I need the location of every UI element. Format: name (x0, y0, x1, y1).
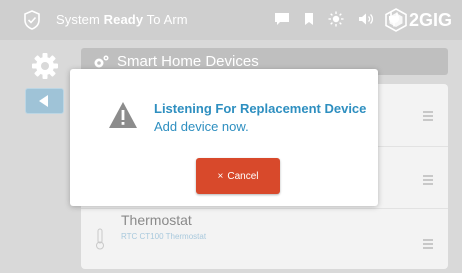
brand-name: 2GIG (408, 10, 452, 30)
dialog-message: Add device now. (154, 119, 249, 134)
volume-icon[interactable] (358, 12, 374, 30)
smart-home-gear-icon (94, 55, 109, 68)
status-state: Ready (103, 12, 144, 27)
message-icon[interactable] (274, 12, 290, 30)
warning-icon (109, 102, 137, 128)
status-prefix: System (56, 12, 104, 27)
status-suffix: To Arm (143, 12, 188, 27)
device-name: Thermostat (121, 212, 192, 228)
dialog-title: Listening For Replacement Device (154, 101, 367, 116)
system-status[interactable]: System Ready To Arm (56, 12, 188, 27)
2gig-logo-icon (385, 8, 407, 32)
cancel-button[interactable]: × Cancel (196, 158, 280, 194)
drag-handle-icon[interactable] (423, 111, 433, 121)
cancel-label: Cancel (227, 170, 259, 182)
device-model: RTC CT100 Thermostat (121, 232, 207, 241)
brightness-icon[interactable] (328, 11, 344, 31)
listening-dialog: Listening For Replacement Device Add dev… (70, 69, 378, 206)
thermometer-icon (96, 228, 104, 250)
back-button[interactable] (25, 88, 64, 114)
status-bar: System Ready To Arm 2GIG (0, 0, 462, 40)
drag-handle-icon[interactable] (423, 175, 433, 185)
brand-logo: 2GIG (385, 7, 452, 33)
section-title: Smart Home Devices (117, 53, 259, 70)
close-icon: × (217, 170, 224, 182)
drag-handle-icon[interactable] (423, 239, 433, 249)
bookmark-icon[interactable] (304, 12, 314, 30)
gear-icon[interactable] (31, 52, 59, 80)
list-item-thermostat[interactable]: Thermostat RTC CT100 Thermostat (81, 208, 448, 270)
shield-check-icon[interactable] (23, 10, 41, 30)
